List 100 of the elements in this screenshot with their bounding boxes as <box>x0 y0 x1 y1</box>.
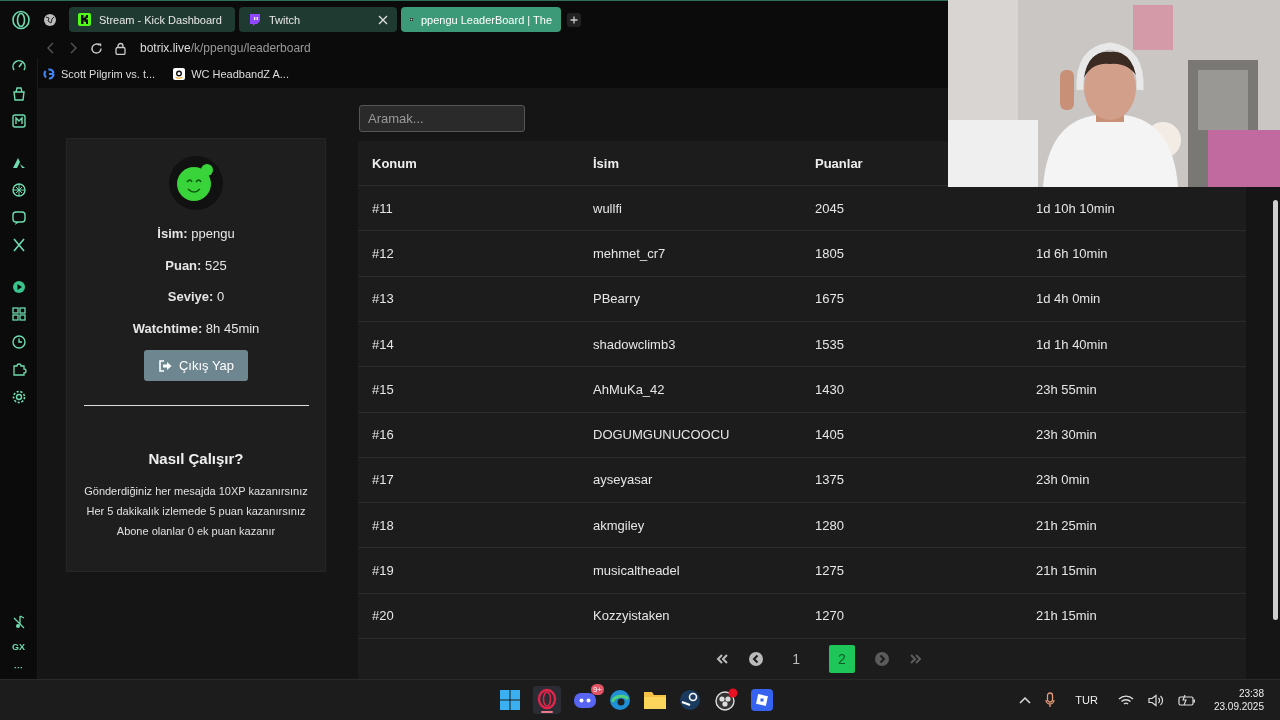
logout-button[interactable]: Çıkış Yap <box>143 350 249 381</box>
table-cell-text: ayseyasar <box>593 472 654 488</box>
windows-start-icon[interactable] <box>500 690 520 710</box>
table-cell-text: Kozzyistaken <box>593 608 671 624</box>
reload-icon[interactable] <box>90 41 103 55</box>
table-cell-text: 21h 15min <box>1036 608 1098 624</box>
previous-page-icon[interactable] <box>749 652 764 666</box>
play-circle-icon[interactable] <box>10 278 27 295</box>
notification-badge: 9+ <box>590 684 604 695</box>
chat-app-icon[interactable] <box>574 690 596 710</box>
table-cell-text: akmgiley <box>593 517 646 533</box>
table-cell-text: #16 <box>372 427 395 443</box>
table-cell-text: PBearry <box>593 291 641 307</box>
table-cell-text: musicaltheadel <box>593 563 681 579</box>
column-header: İsim <box>593 155 620 171</box>
table-cell-text: 1805 <box>815 245 845 261</box>
game-app-icon[interactable] <box>751 689 773 711</box>
first-page-icon[interactable] <box>715 653 730 665</box>
table-cell-text: 23h 0min <box>1036 472 1091 488</box>
table-cell-text: #19 <box>372 563 395 579</box>
page-button[interactable]: 2 <box>829 645 855 673</box>
puzzle-icon[interactable] <box>10 361 27 377</box>
table-cell-text: 1535 <box>815 336 845 352</box>
grid-icon[interactable] <box>10 306 27 322</box>
sign-out-icon <box>157 359 172 372</box>
page-button[interactable]: 1 <box>783 645 809 673</box>
how-it-works-heading: Nasıl Çalışır? <box>148 450 244 467</box>
table-cell-text: #15 <box>372 381 395 397</box>
amazon-logo-icon <box>173 68 186 80</box>
lock-icon[interactable] <box>115 41 126 55</box>
sidebar-label[interactable]: GX <box>12 641 25 652</box>
globe-icon[interactable] <box>43 12 57 27</box>
clock-icon[interactable] <box>10 333 27 350</box>
language-indicator[interactable]: TUR <box>1075 694 1098 706</box>
last-page-icon[interactable] <box>908 653 923 665</box>
table-cell-text: 1d 1h 40min <box>1036 336 1109 352</box>
column-header: Puanlar <box>815 155 864 171</box>
clock-time[interactable]: 23:38 <box>1238 688 1264 699</box>
knot-logo-icon[interactable] <box>10 182 27 198</box>
table-cell-text: 1375 <box>815 472 845 488</box>
back-icon[interactable] <box>46 42 56 54</box>
info-text: Her 5 dakikalık izlemede 5 puan kazanırsınız <box>86 505 306 517</box>
kick-logo-icon <box>78 13 91 26</box>
browser-tab[interactable]: Twitch <box>239 7 397 32</box>
browser-logo-icon[interactable] <box>11 9 31 30</box>
microphone-icon[interactable] <box>1045 692 1056 708</box>
chevron-up-icon[interactable] <box>1019 696 1032 704</box>
tab-title: ppengu LeaderBoard | The <box>420 13 552 26</box>
tab-title: Twitch <box>269 13 302 26</box>
table-cell-text: 21h 25min <box>1036 517 1098 533</box>
table-cell-text: AhMuKa_42 <box>593 381 666 397</box>
address-field[interactable]: botrix.live/k/ppengu/leaderboard <box>140 41 311 55</box>
bookmark[interactable]: Scott Pilgrim vs. t... <box>43 68 156 80</box>
table-cell-text: 1270 <box>815 608 845 624</box>
bookmark[interactable]: WC HeadbandZ A... <box>173 68 289 80</box>
table-cell-text: 1d 6h 10min <box>1036 245 1109 261</box>
column-header: Konum <box>372 155 418 171</box>
table-cell-text: 23h 55min <box>1036 381 1098 397</box>
table-cell-text: #17 <box>372 472 395 488</box>
table-cell-text: mehmet_cr7 <box>593 245 667 261</box>
info-text: Abone olanlar 0 ek puan kazanır <box>116 525 276 537</box>
recorder-icon[interactable] <box>714 688 738 712</box>
table-cell-text: #20 <box>372 608 395 624</box>
clock-date[interactable]: 23.09.2025 <box>1213 701 1264 712</box>
table-cell-text: 1280 <box>815 517 845 533</box>
cross-logo-icon[interactable] <box>10 237 27 253</box>
table-cell-text: wullfi <box>593 200 623 216</box>
profile-field: İsim: ppengu <box>157 226 235 241</box>
web-browser-icon[interactable] <box>609 689 631 711</box>
profile-field: Watchtime: 8h 45min <box>132 320 260 336</box>
profile-field: Seviye: 0 <box>167 289 225 304</box>
settings-icon[interactable] <box>10 388 27 405</box>
speaker-icon[interactable] <box>1147 693 1164 707</box>
table-cell-text: DOGUMGUNUCOOCU <box>593 427 731 443</box>
table-cell-text: 1d 4h 0min <box>1036 291 1102 307</box>
close-icon[interactable] <box>378 14 388 25</box>
table-cell-text: 1d 10h 10min <box>1036 200 1116 216</box>
table-cell-text: #14 <box>372 336 395 352</box>
chat-bubble-icon[interactable] <box>10 209 27 226</box>
folder-icon[interactable] <box>644 690 666 710</box>
table-cell-text: 23h 30min <box>1036 427 1098 443</box>
new-tab-icon[interactable] <box>567 12 581 27</box>
profile-field: Puan: 525 <box>165 257 227 273</box>
table-cell-text: shadowclimb3 <box>593 336 677 352</box>
table-cell-text: 1675 <box>815 291 845 307</box>
forward-icon[interactable] <box>68 42 78 54</box>
search-field[interactable]: Aramak... <box>359 105 525 133</box>
browser-taskbar-icon[interactable] <box>533 686 561 714</box>
table-cell-text: #13 <box>372 291 395 307</box>
shopping-bag-icon[interactable] <box>10 85 27 102</box>
table-cell-text: 1275 <box>815 563 845 579</box>
square-logo-icon[interactable] <box>10 113 27 129</box>
table-cell-text: #11 <box>372 200 394 216</box>
battery-icon[interactable] <box>1177 693 1196 707</box>
sidebar-label[interactable]: ··· <box>14 663 23 673</box>
browser-tab[interactable]: Stream - Kick Dashboard <box>69 7 235 32</box>
table-cell-text: #12 <box>372 245 395 261</box>
game-launcher-icon[interactable] <box>679 689 701 711</box>
wifi-icon[interactable] <box>1117 693 1134 707</box>
table-cell-text: #18 <box>372 517 395 533</box>
